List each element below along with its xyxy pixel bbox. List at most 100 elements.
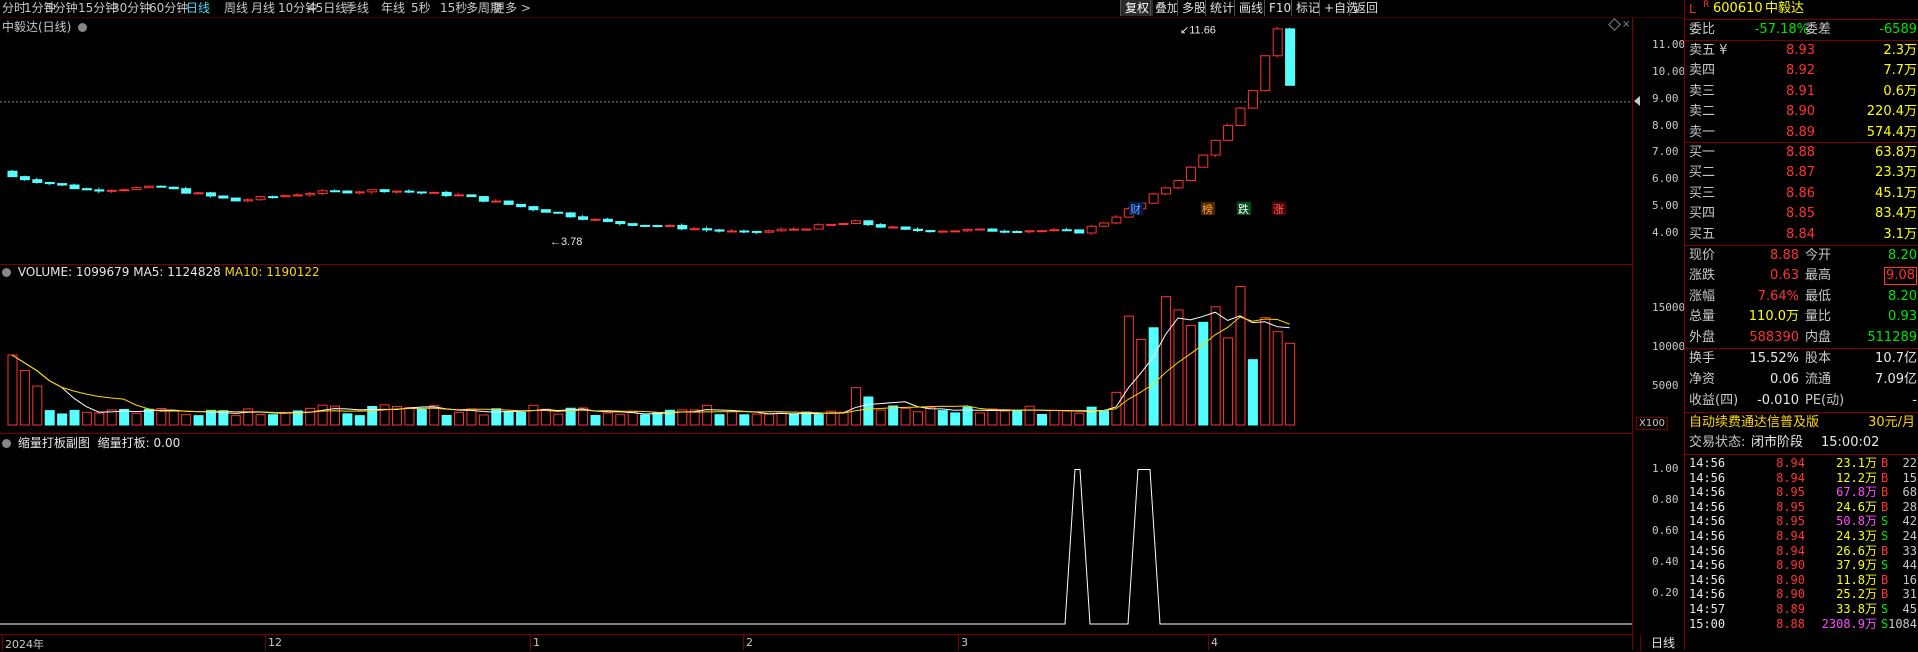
tick-volume: 25.2万 [1836, 587, 1877, 602]
bid-row[interactable]: 买四 8.85 83.4万 [1685, 204, 1918, 224]
period-tab[interactable]: 60分钟 [149, 1, 188, 16]
promo-price[interactable]: 30元/月 [1868, 413, 1915, 433]
period-tab[interactable]: 45日线 [308, 1, 347, 16]
stat-label: 涨幅 [1689, 288, 1716, 304]
period-tab[interactable]: 月线 [251, 1, 275, 16]
price-tick: 8.00 [1652, 118, 1679, 132]
period-tab[interactable]: 5秒 [411, 1, 431, 16]
stat-label: 最高 [1805, 268, 1832, 284]
tick-side: B [1881, 485, 1889, 500]
candle-down [565, 212, 576, 218]
tick-row: 14:56 8.90 37.9万 S 44 [1685, 558, 1918, 573]
ask-row-label: 卖三 [1689, 83, 1716, 99]
volume-bar [875, 409, 886, 426]
toolbar-button[interactable]: 返回 [1349, 0, 1382, 16]
bid-row[interactable]: 买二 8.87 23.3万 [1685, 163, 1918, 183]
candle-down [702, 228, 713, 231]
low-label: ←3.78 [550, 236, 582, 248]
stat-label: 涨跌 [1689, 268, 1716, 284]
volume-bar [1074, 412, 1085, 426]
promo-row[interactable]: 自动续费通达信普及版 30元/月 [1685, 413, 1918, 433]
volume-bar [553, 413, 564, 426]
ask-row[interactable]: 卖三 8.91 0.6万 [1685, 82, 1918, 102]
indicator-tick: 1.00 [1652, 462, 1679, 476]
candle-up [491, 200, 502, 203]
period-label[interactable]: 日线 [1640, 635, 1685, 651]
volume-bar [1148, 327, 1159, 426]
ask-row[interactable]: 卖二 8.90 220.4万 [1685, 102, 1918, 122]
volume-bar [1198, 321, 1209, 426]
volume-bar [640, 414, 651, 426]
candle-down [205, 192, 216, 197]
axis-tick [1208, 635, 1209, 650]
margin-flag: R [1703, 0, 1710, 10]
period-tab[interactable]: 30分钟 [112, 1, 151, 16]
volume-bar [416, 408, 427, 426]
candle-down [540, 209, 551, 213]
ask-row[interactable]: 卖一 8.89 574.4万 [1685, 123, 1918, 143]
ask-row[interactable]: 卖五 ¥ 8.93 2.3万 [1685, 41, 1918, 61]
candle-down [602, 218, 613, 223]
tick-row: 15:00 8.88 2308.9万 S 1084 [1685, 617, 1918, 632]
price-tick: 7.00 [1652, 145, 1679, 159]
bid-row-price: 8.85 [1786, 206, 1815, 222]
candle-down [379, 189, 390, 193]
volume-bar [466, 408, 477, 426]
period-tab[interactable]: 5分钟 [46, 1, 78, 16]
tick-volume: 33.8万 [1836, 602, 1877, 616]
volume-bar [652, 412, 663, 426]
tick-row: 14:56 8.95 24.6万 B 28 [1685, 500, 1918, 515]
volume-bar [516, 411, 527, 426]
toolbar-button[interactable]: 复权 [1120, 0, 1154, 16]
candle-up [119, 189, 130, 192]
candle-up [454, 194, 465, 197]
volume-plot [7, 286, 1296, 426]
period-tab[interactable]: 年线 [381, 1, 405, 16]
volume-bar [764, 413, 775, 426]
volume-bar [1210, 306, 1221, 426]
stat-label: 流通 [1805, 372, 1832, 387]
period-tab[interactable]: 周线 [224, 1, 248, 16]
candle-up [193, 192, 204, 195]
bid-row-label: 买五 [1689, 226, 1716, 242]
candle-down [181, 188, 192, 194]
volume-bar [838, 411, 849, 426]
promo-text[interactable]: 自动续费通达信普及版 [1689, 413, 1819, 433]
bid-row[interactable]: 买三 8.86 45.1万 [1685, 184, 1918, 204]
candle-up [801, 228, 812, 231]
period-tab[interactable]: 分时 [2, 1, 26, 16]
volume-chart[interactable]: VOLUME: 1099679 MA5: 1124828 MA10: 11901… [0, 265, 1685, 433]
ask-row[interactable]: 卖四 8.92 7.7万 [1685, 61, 1918, 81]
weibi-label: 委比 [1689, 22, 1716, 37]
weibi-value: -57.18% [1754, 22, 1809, 37]
trade-status-row: 交易状态: 闭市阶段 15:00:02 [1685, 433, 1918, 453]
status-value: 闭市阶段 [1751, 435, 1804, 450]
volume-bar [751, 413, 762, 426]
price-tick: 5.00 [1652, 199, 1679, 213]
stat-value: 8.20 [1888, 288, 1917, 304]
period-tab[interactable]: 15秒 [440, 1, 467, 16]
stat-value: 8.88 [1770, 248, 1799, 263]
volume-bar [205, 409, 216, 426]
tick-count: 45 [1902, 602, 1917, 616]
tick-side: B [1881, 499, 1889, 514]
bid-row[interactable]: 买一 8.88 63.8万 [1685, 143, 1918, 163]
volume-bar [1012, 410, 1023, 426]
candle-up [764, 230, 775, 233]
bid-row[interactable]: 买五 8.84 3.1万 [1685, 225, 1918, 245]
period-tab[interactable]: 季线 [345, 1, 369, 16]
tick-volume: 67.8万 [1836, 485, 1877, 500]
axis-label: 4 [1211, 636, 1218, 649]
period-tab[interactable]: 更多 > [493, 1, 531, 16]
toolbar-button[interactable]: 画线 [1234, 0, 1267, 16]
candle-up [1086, 225, 1097, 234]
indicator-chart[interactable]: 缩量打板副图 缩量打板: 0.00 1.00 0.80 0.60 0.40 0.20 [0, 434, 1679, 634]
stat-value: 511289 [1867, 329, 1917, 345]
candlestick-chart[interactable]: 中毅达(日线) ⨯ ↙11.66 ←3.78 财榜跌涨 11.00 10.00 9.00… [0, 18, 1685, 264]
tick-volume: 11.8万 [1836, 572, 1877, 587]
volume-bar [1123, 315, 1134, 426]
bid-row-label: 买四 [1689, 206, 1716, 222]
volume-bar [181, 414, 192, 426]
stat-label: 净资 [1689, 372, 1716, 387]
period-tab[interactable]: 日线 [186, 1, 210, 16]
